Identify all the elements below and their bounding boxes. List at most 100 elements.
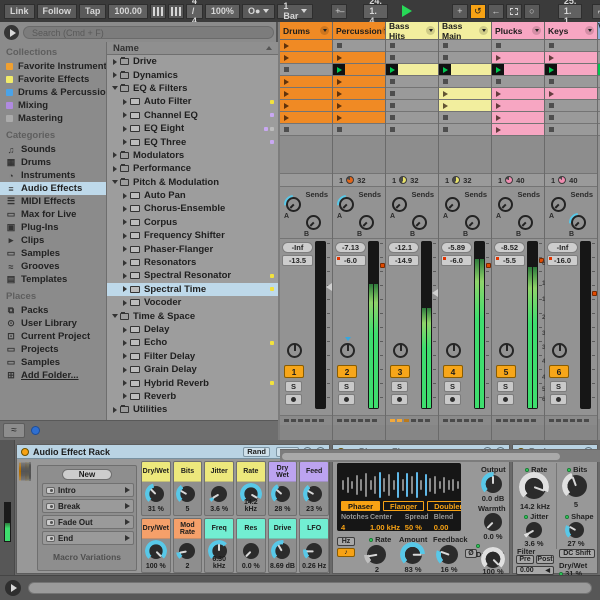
empty-clip-slot[interactable] — [439, 52, 491, 64]
clip-slot[interactable] — [439, 88, 491, 100]
sidebar-item-instruments[interactable]: ◔Instruments — [0, 169, 106, 182]
chevron-right-icon[interactable] — [121, 393, 129, 399]
new-variation-button[interactable]: New — [62, 469, 112, 480]
clip-slot[interactable] — [545, 88, 597, 100]
track-activator-button[interactable]: 3 — [390, 365, 410, 378]
pan-knob[interactable] — [499, 343, 514, 358]
collection-item[interactable]: Favorite Instruments — [0, 60, 106, 73]
chevron-right-icon[interactable] — [121, 273, 129, 279]
send-b-knob[interactable] — [465, 215, 480, 230]
amount-value[interactable]: 83 % — [399, 565, 427, 574]
tree-item-time-space[interactable]: Time & Space — [107, 309, 278, 322]
filter-post-button[interactable]: Post — [536, 555, 554, 564]
variation-row-fade-out[interactable]: Fade Out — [42, 515, 134, 529]
send-a-knob[interactable] — [392, 197, 407, 212]
launch-variation-icon[interactable] — [125, 503, 130, 509]
collection-item[interactable]: Mastering — [0, 112, 106, 125]
empty-clip-slot[interactable] — [545, 76, 597, 88]
sidebar-item-audio-effects[interactable]: ≡Audio Effects — [0, 182, 106, 195]
clip-slot[interactable] — [492, 64, 544, 76]
tree-header[interactable]: Name — [107, 42, 278, 55]
clip-slot[interactable] — [492, 100, 544, 112]
volume-fader[interactable] — [421, 241, 432, 409]
volume-field[interactable]: -16.0 — [547, 255, 578, 266]
output-knob[interactable] — [484, 475, 502, 493]
solo-button[interactable]: S — [285, 381, 302, 392]
clip-slot[interactable] — [333, 64, 385, 76]
send-a-knob[interactable] — [445, 197, 460, 212]
macro-value[interactable]: 28 % — [269, 506, 297, 513]
solo-button[interactable]: S — [391, 381, 408, 392]
empty-clip-slot[interactable] — [386, 76, 438, 88]
rate-knob[interactable] — [367, 545, 386, 564]
punch-in-icon[interactable]: ⌐ — [592, 4, 600, 19]
macro-knob[interactable] — [274, 486, 290, 502]
tempo-field[interactable]: 100.00 — [108, 4, 148, 19]
empty-clip-slot[interactable] — [386, 100, 438, 112]
draw-mode-icon[interactable] — [506, 4, 522, 19]
chevron-right-icon[interactable] — [111, 407, 119, 413]
volume-fader[interactable] — [474, 241, 485, 409]
send-a-knob[interactable] — [498, 197, 513, 212]
empty-clip-slot[interactable] — [545, 100, 597, 112]
arm-record-button[interactable] — [550, 394, 567, 405]
tree-item-vocoder[interactable]: Vocoder — [107, 296, 278, 309]
empty-clip-slot[interactable] — [545, 124, 597, 136]
sidebar-item-add-folder-[interactable]: ⊞Add Folder... — [0, 369, 106, 382]
chevron-right-icon[interactable] — [121, 193, 129, 199]
play-button[interactable] — [402, 5, 412, 17]
solo-button[interactable]: S — [338, 381, 355, 392]
param-value[interactable]: 0.00 — [434, 523, 457, 531]
device-activator-led[interactable] — [21, 448, 29, 456]
macro-knob[interactable] — [274, 543, 290, 559]
bits-knob[interactable] — [565, 475, 587, 497]
peak-level-field[interactable]: -Inf — [547, 242, 578, 253]
mode-tab-flanger[interactable]: Flanger — [383, 501, 424, 511]
chevron-right-icon[interactable] — [121, 206, 129, 212]
session-record-icon[interactable]: ○ — [524, 4, 540, 19]
sidebar-item-samples[interactable]: ▭Samples — [0, 247, 106, 260]
solo-button[interactable]: S — [444, 381, 461, 392]
tree-item-frequency-shifter[interactable]: Frequency Shifter — [107, 229, 278, 242]
sidebar-item-plug-ins[interactable]: ▣Plug-Ins — [0, 221, 106, 234]
chevron-down-icon[interactable] — [111, 314, 119, 318]
fader-handle[interactable] — [486, 263, 491, 268]
volume-field[interactable]: -5.5 — [494, 255, 525, 266]
feedback-knob[interactable] — [439, 545, 458, 564]
rate-value[interactable]: 14.2 kHz — [515, 502, 555, 511]
filter-freq-field[interactable]: 0.00◀ — [516, 566, 554, 575]
clip-slot[interactable] — [545, 64, 597, 76]
empty-clip-slot[interactable] — [280, 64, 332, 76]
clip-slot[interactable] — [333, 112, 385, 124]
clip-slot[interactable] — [492, 124, 544, 136]
tree-item-corpus[interactable]: Corpus — [107, 216, 278, 229]
track-header[interactable]: Bass Main — [439, 22, 491, 40]
volume-fader[interactable] — [580, 241, 591, 409]
chevron-right-icon[interactable] — [111, 166, 119, 172]
track-header[interactable]: Bass Hits — [386, 22, 438, 40]
fader-handle[interactable] — [326, 283, 332, 291]
tree-item-utilities[interactable]: Utilities — [107, 403, 278, 416]
volume-fader[interactable] — [527, 241, 538, 409]
track-activator-button[interactable]: 2 — [337, 365, 357, 378]
macro-value[interactable]: 3.6 % — [205, 506, 233, 513]
clip-slot[interactable] — [492, 52, 544, 64]
tree-item-eq-filters[interactable]: EQ & Filters — [107, 82, 278, 95]
fader-handle[interactable] — [432, 289, 438, 297]
variation-row-intro[interactable]: Intro — [42, 483, 134, 497]
collection-item[interactable]: Favorite Effects — [0, 73, 106, 86]
chevron-right-icon[interactable] — [121, 233, 129, 239]
empty-clip-slot[interactable] — [492, 76, 544, 88]
macro-value[interactable]: 100 % — [142, 563, 170, 570]
groove-amount-field[interactable]: 100% — [205, 4, 240, 19]
tree-item-delay[interactable]: Delay — [107, 323, 278, 336]
macro-knob[interactable] — [179, 543, 195, 559]
collection-item[interactable]: Mixing — [0, 99, 106, 112]
volume-fader[interactable] — [368, 241, 379, 409]
chevron-right-icon[interactable] — [121, 367, 129, 373]
arm-record-button[interactable] — [497, 394, 514, 405]
sidebar-item-max-for-live[interactable]: ▭Max for Live — [0, 208, 106, 221]
pan-knob[interactable] — [393, 343, 408, 358]
metronome-button[interactable]: O● — [242, 4, 275, 19]
macro-knob[interactable] — [148, 543, 164, 559]
